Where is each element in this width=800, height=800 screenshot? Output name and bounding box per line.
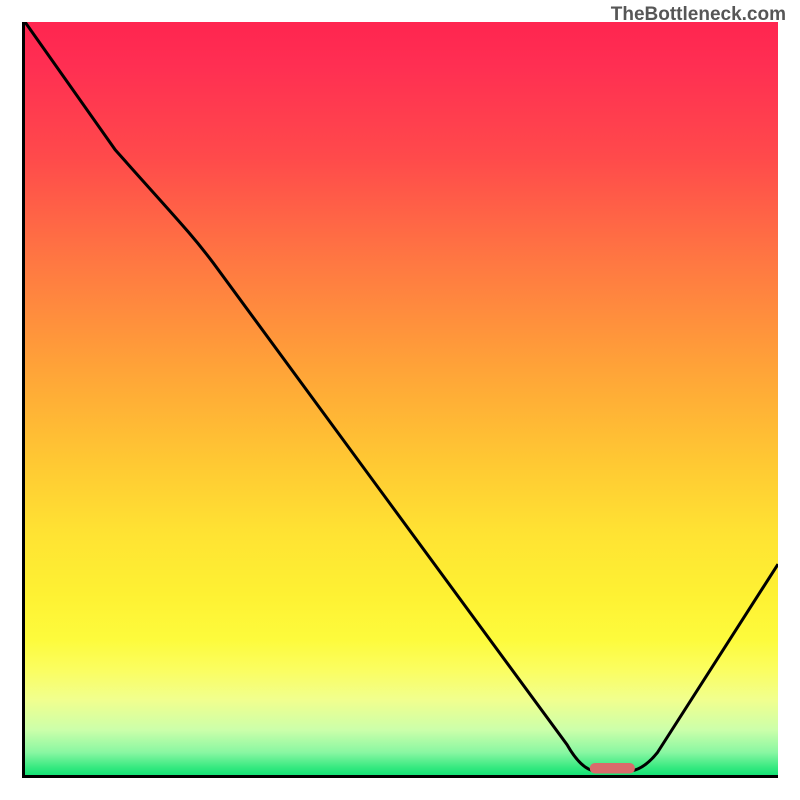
attribution-label: TheBottleneck.com (611, 4, 786, 26)
chart-plot-area (22, 22, 778, 778)
bottleneck-curve (25, 22, 778, 775)
curve-path (25, 22, 778, 771)
minimum-marker (590, 763, 635, 774)
